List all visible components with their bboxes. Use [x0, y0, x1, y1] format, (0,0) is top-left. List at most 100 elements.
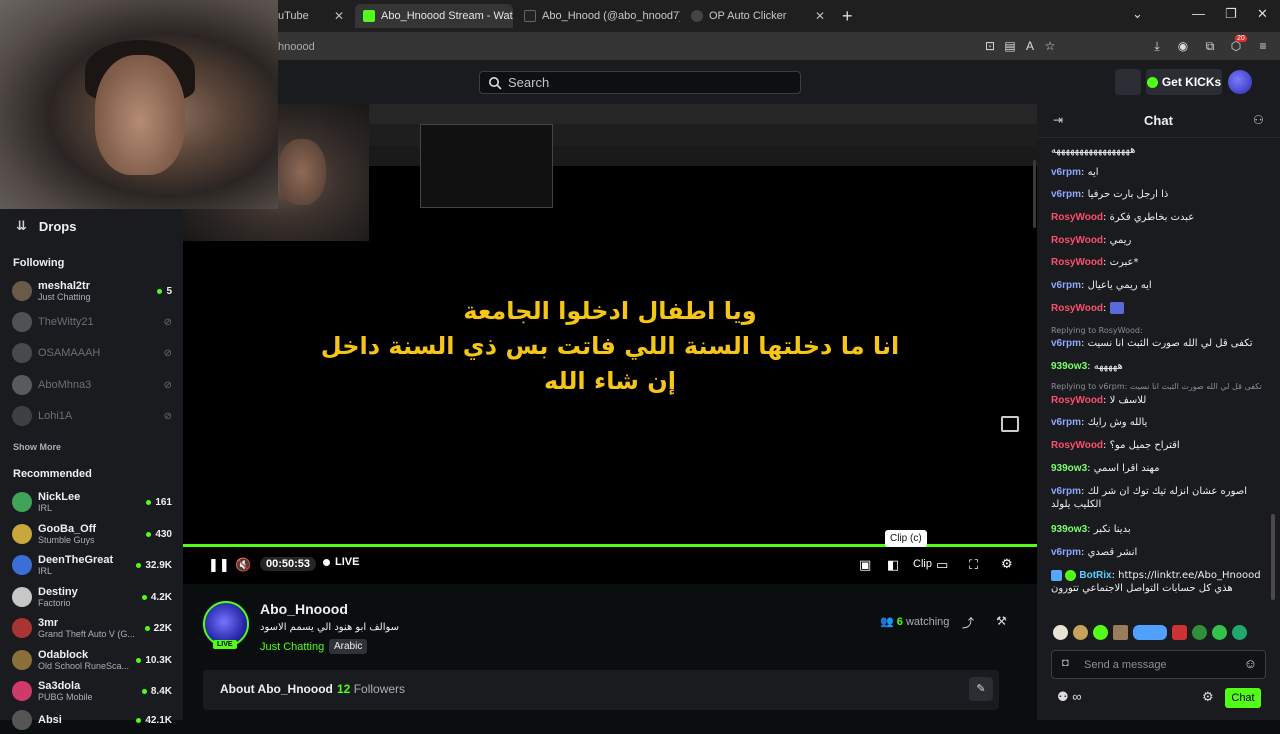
profile-icon[interactable]: ◉ — [1176, 39, 1190, 53]
language-tag[interactable]: Arabic — [329, 639, 368, 654]
install-icon[interactable]: ⊡ — [983, 39, 997, 53]
reply-context[interactable]: Replying to v6rpm: تكفى قل لي الله صورت … — [1051, 382, 1273, 391]
video-player[interactable]: ويا اطفال ادخلوا الجامعة انا ما دخلتها ا… — [183, 104, 1037, 584]
chat-identity-icon[interactable]: ◘ — [1062, 657, 1069, 669]
emote-icon[interactable] — [1113, 625, 1128, 640]
tab-list-chevron-icon[interactable]: ⌄ — [1132, 6, 1143, 22]
channel-category: Old School RuneSca... — [38, 660, 130, 671]
recommended-item[interactable]: Absi 42.1K — [12, 706, 172, 734]
chat-username[interactable]: v6rpm — [1051, 338, 1081, 349]
chat-message: هههههههههههههههههه — [1051, 144, 1273, 157]
settings-gear-icon[interactable]: ⚙ — [1001, 556, 1013, 572]
avatar — [12, 555, 32, 575]
clicker-favicon-icon — [691, 10, 703, 22]
user-avatar[interactable] — [1228, 70, 1252, 94]
emote-icon[interactable] — [1172, 625, 1187, 640]
emote-icon[interactable] — [1212, 625, 1227, 640]
emote-icon[interactable] — [1133, 625, 1167, 640]
window-close-icon[interactable]: ✕ — [1257, 6, 1268, 22]
search-input[interactable]: Search — [479, 71, 801, 94]
mod-tools-icon[interactable]: ⚒ — [996, 614, 1007, 628]
miniplayer-icon[interactable]: ▣ — [859, 557, 871, 573]
chat-username[interactable]: v6rpm — [1051, 189, 1081, 200]
sidebar-item-drops[interactable]: ⇊ Drops — [0, 208, 183, 244]
chat-username[interactable]: v6rpm — [1051, 280, 1081, 291]
chat-username[interactable]: RosyWood — [1051, 303, 1103, 314]
chat-username[interactable]: 939ow3 — [1051, 361, 1087, 372]
close-icon[interactable]: ✕ — [326, 9, 344, 23]
emoji-icon[interactable]: ☺ — [1244, 656, 1257, 671]
reader-icon[interactable]: ▤ — [1003, 39, 1017, 53]
show-more-link[interactable]: Show More — [13, 442, 61, 452]
recommended-item[interactable]: NickLee IRL 161 — [12, 488, 172, 516]
picture-in-picture-icon[interactable] — [1001, 416, 1019, 432]
following-item[interactable]: AboMhna3 ⊘ — [12, 371, 172, 399]
emote-icon[interactable] — [1093, 625, 1108, 640]
tab-tiktok[interactable]: Abo_Hnood (@abo_hnood7) is LIVE ✕ — [516, 4, 680, 28]
extensions-icon[interactable]: ⧉ — [1203, 39, 1217, 53]
emote-icon[interactable] — [1192, 625, 1207, 640]
volume-muted-icon[interactable]: 🔇 — [235, 557, 251, 573]
chat-username[interactable]: v6rpm — [1051, 417, 1081, 428]
edit-button[interactable]: ✎ — [969, 677, 993, 701]
theater-icon[interactable]: ▭ — [936, 557, 948, 573]
minimize-icon[interactable]: — — [1192, 6, 1205, 21]
chat-username[interactable]: RosyWood — [1051, 212, 1103, 223]
kick-chat-icons[interactable]: ⚉ ∞ — [1057, 689, 1082, 705]
menu-icon[interactable]: ≡ — [1256, 39, 1270, 53]
chat-username[interactable]: 939ow3 — [1051, 524, 1087, 535]
new-tab-icon[interactable]: + — [842, 6, 853, 27]
tab-auto-clicker[interactable]: OP Auto Clicker ✕ — [683, 4, 833, 28]
chat-username[interactable]: RosyWood — [1051, 395, 1103, 406]
chat-username[interactable]: 939ow3 — [1051, 463, 1087, 474]
live-indicator[interactable]: LIVE — [323, 556, 359, 568]
close-icon[interactable]: ✕ — [807, 9, 825, 23]
emote-icon[interactable] — [1073, 625, 1088, 640]
emote-icon[interactable] — [1232, 625, 1247, 640]
viewer-count: 10.3K — [145, 654, 172, 666]
download-icon[interactable]: ⤓ — [1150, 39, 1164, 53]
tab-kick-stream[interactable]: Abo_Hnoood Stream - Watch Live o ✕ — [355, 4, 513, 28]
following-item[interactable]: OSAMAAAH ⊘ — [12, 339, 172, 367]
theater-mode-button[interactable] — [1115, 69, 1141, 95]
chat-message: RosyWood: عبرت* — [1051, 256, 1273, 269]
channel-name[interactable]: Abo_Hnoood — [260, 601, 348, 617]
chat-username[interactable]: v6rpm — [1051, 547, 1081, 558]
recommended-item[interactable]: Destiny Factorio 4.2K — [12, 583, 172, 611]
restore-icon[interactable]: ❐ — [1225, 6, 1237, 22]
chat-username[interactable]: v6rpm — [1051, 167, 1081, 178]
chat-users-icon[interactable]: ⚇ — [1253, 113, 1264, 127]
fullscreen-icon[interactable]: ⛶ — [969, 557, 978, 573]
recommended-item[interactable]: 3mr Grand Theft Auto V (G... 22K — [12, 614, 172, 642]
chat-username[interactable]: RosyWood — [1051, 440, 1103, 451]
url-text[interactable]: hnoood — [278, 41, 315, 53]
chat-username[interactable]: BotRix — [1079, 570, 1111, 581]
reply-context[interactable]: Replying to RosyWood: — [1051, 326, 1273, 335]
send-chat-button[interactable]: Chat — [1225, 688, 1261, 708]
pause-icon[interactable]: ❚❚ — [208, 557, 230, 573]
chat-scrollbar[interactable] — [1271, 514, 1275, 600]
caption-line: إن شاء الله — [544, 367, 676, 395]
main-scrollbar[interactable] — [1033, 160, 1036, 228]
recommended-item[interactable]: Sa3dola PUBG Mobile 8.4K — [12, 677, 172, 705]
chat-username[interactable]: RosyWood — [1051, 235, 1103, 246]
following-item[interactable]: TheWitty21 ⊘ — [12, 308, 172, 336]
bookmark-star-icon[interactable]: ☆ — [1043, 39, 1057, 53]
translate-icon[interactable]: A — [1023, 39, 1037, 53]
tab-youtube[interactable]: uTube ✕ — [270, 4, 352, 28]
get-kicks-button[interactable]: Get KICKs — [1146, 69, 1222, 95]
chat-username[interactable]: v6rpm — [1051, 486, 1081, 497]
recommended-item[interactable]: GooBa_Off Stumble Guys 430 — [12, 520, 172, 548]
chat-settings-gear-icon[interactable]: ⚙ — [1202, 689, 1214, 705]
chat-message-input[interactable]: ◘ Send a message ☺ — [1051, 650, 1266, 679]
emote-icon[interactable] — [1053, 625, 1068, 640]
stream-category[interactable]: Just Chatting — [260, 641, 324, 653]
following-item[interactable]: Lohi1A ⊘ — [12, 402, 172, 430]
share-icon[interactable]: ⤴ — [962, 614, 974, 631]
chat-username[interactable]: RosyWood — [1051, 257, 1103, 268]
recommended-item[interactable]: DeenTheGreat IRL 32.9K — [12, 551, 172, 579]
following-item[interactable]: meshal2tr Just Chatting 5 — [12, 277, 172, 305]
recommended-item[interactable]: Odablock Old School RuneSca... 10.3K — [12, 646, 172, 674]
clip-button[interactable]: Clip — [913, 558, 932, 570]
clip-icon[interactable]: ◧ — [887, 557, 899, 573]
